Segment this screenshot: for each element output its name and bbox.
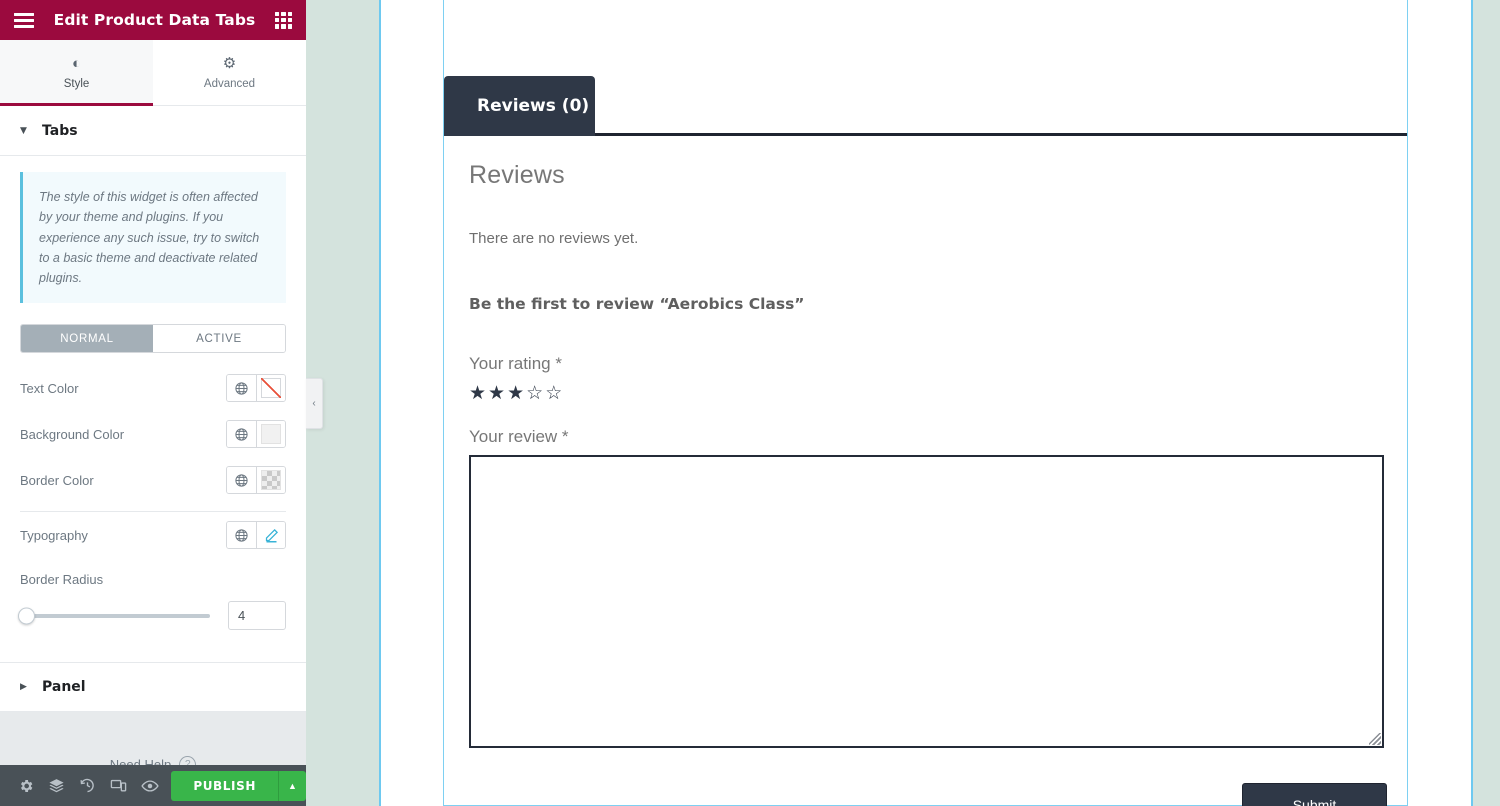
tab-advanced-label: Advanced — [203, 77, 256, 90]
theme-notice: The style of this widget is often affect… — [20, 172, 286, 304]
chevron-down-icon: ▼ — [20, 125, 27, 136]
slider-knob[interactable] — [18, 607, 35, 625]
state-normal[interactable]: NORMAL — [21, 325, 153, 353]
question-mark-icon: ? — [179, 756, 197, 765]
star-rating-input[interactable]: ★★★☆☆ — [469, 382, 1382, 405]
grid-apps-icon[interactable] — [275, 11, 292, 29]
globe-icon[interactable] — [227, 522, 257, 549]
tab-style-label: Style — [63, 77, 90, 90]
section-header-panel[interactable]: ▶ Panel — [0, 662, 306, 713]
no-reviews-message: There are no reviews yet. — [469, 230, 639, 247]
panel-tab-bar: ◐ Style ⚙ Advanced — [0, 40, 306, 106]
section-title-panel: Panel — [42, 679, 86, 696]
section-highlight-right — [1471, 0, 1500, 806]
globe-icon[interactable] — [227, 467, 257, 494]
border-radius-slider[interactable] — [18, 607, 210, 625]
control-background-color-label: Background Color — [20, 426, 125, 442]
background-color-swatch[interactable] — [257, 421, 285, 448]
star-1[interactable]: ★ — [469, 383, 488, 404]
panel-collapse-handle[interactable]: ‹ — [306, 378, 323, 429]
chevron-left-icon: ‹ — [312, 398, 316, 409]
need-help-label: Need Help — [109, 757, 172, 765]
star-5[interactable]: ☆ — [545, 383, 564, 404]
elementor-panel: Edit Product Data Tabs ◐ Style ⚙ Advance… — [0, 0, 306, 806]
globe-icon[interactable] — [227, 375, 257, 402]
state-active[interactable]: ACTIVE — [153, 325, 285, 353]
contrast-half-circle-icon: ◐ — [71, 54, 82, 72]
panel-footer: PUBLISH ▲ — [0, 765, 306, 806]
responsive-mode-icon[interactable] — [103, 765, 134, 806]
review-textarea[interactable] — [469, 455, 1384, 748]
globe-icon[interactable] — [227, 421, 257, 448]
typography-picker[interactable] — [226, 521, 286, 550]
control-text-color-label: Text Color — [20, 380, 79, 396]
star-4[interactable]: ☆ — [526, 383, 545, 404]
star-2[interactable]: ★ — [488, 383, 507, 404]
your-review-label: Your review * — [469, 427, 569, 446]
widget-tabs-strip: Reviews (0) — [444, 76, 1407, 136]
state-switcher[interactable]: NORMAL ACTIVE — [20, 324, 286, 354]
need-help-link[interactable]: Need Help ? — [0, 756, 306, 765]
control-border-color: Border Color — [20, 457, 286, 503]
control-typography: Typography — [20, 512, 286, 558]
pencil-edit-icon[interactable] — [257, 522, 285, 549]
tab-style[interactable]: ◐ Style — [0, 40, 153, 106]
tab-reviews-label: Reviews (0) — [477, 96, 590, 116]
control-border-color-label: Border Color — [20, 472, 94, 488]
publish-group: PUBLISH ▲ — [171, 770, 306, 801]
control-text-color: Text Color — [20, 365, 286, 411]
history-revisions-icon[interactable] — [72, 765, 103, 806]
tab-advanced[interactable]: ⚙ Advanced — [153, 40, 306, 105]
text-color-swatch[interactable] — [257, 375, 285, 402]
panel-header: Edit Product Data Tabs — [0, 0, 306, 40]
panel-title: Edit Product Data Tabs — [53, 11, 256, 29]
chevron-up-icon: ▲ — [288, 780, 297, 791]
border-radius-control: 4 — [18, 601, 286, 631]
submit-review-button[interactable]: Submit — [1242, 783, 1387, 806]
border-color-picker[interactable] — [226, 466, 286, 495]
border-color-swatch[interactable] — [257, 467, 285, 494]
reviews-heading: Reviews — [469, 161, 565, 189]
editor-root: Reviews (0) Reviews There are no reviews… — [0, 0, 1500, 806]
publish-options-button[interactable]: ▲ — [278, 770, 306, 801]
section-body-tabs: The style of this widget is often affect… — [0, 156, 306, 640]
control-border-radius-label: Border Radius — [20, 572, 104, 588]
submit-button-label: Submit — [1292, 797, 1337, 806]
hamburger-menu-icon[interactable] — [14, 12, 34, 28]
border-radius-input[interactable]: 4 — [228, 601, 286, 631]
control-typography-label: Typography — [20, 527, 88, 543]
star-3[interactable]: ★ — [507, 383, 526, 404]
chevron-right-icon: ▶ — [20, 682, 27, 693]
your-rating-label: Your rating * — [469, 354, 562, 373]
text-color-picker[interactable] — [226, 374, 286, 403]
gear-icon: ⚙ — [222, 54, 237, 72]
product-data-tabs-widget[interactable]: Reviews (0) Reviews There are no reviews… — [443, 0, 1408, 806]
publish-button[interactable]: PUBLISH — [171, 770, 278, 801]
background-color-picker[interactable] — [226, 420, 286, 449]
tabs-underline — [595, 133, 1407, 136]
publish-button-label: PUBLISH — [193, 778, 256, 793]
section-title-tabs: Tabs — [42, 122, 78, 139]
navigator-layers-icon[interactable] — [41, 765, 72, 806]
settings-gear-icon[interactable] — [10, 765, 41, 806]
panel-empty-area: Need Help ? — [0, 712, 306, 765]
section-header-tabs[interactable]: ▼ Tabs — [0, 106, 306, 156]
review-cta-heading: Be the first to review “Aerobics Class” — [469, 295, 805, 313]
tab-reviews[interactable]: Reviews (0) — [444, 76, 595, 136]
reviews-tab-panel: Reviews There are no reviews yet. Be the… — [444, 139, 1407, 806]
panel-content: ▼ Tabs The style of this widget is often… — [0, 106, 306, 765]
preview-eye-icon[interactable] — [134, 765, 165, 806]
control-background-color: Background Color — [20, 411, 286, 457]
